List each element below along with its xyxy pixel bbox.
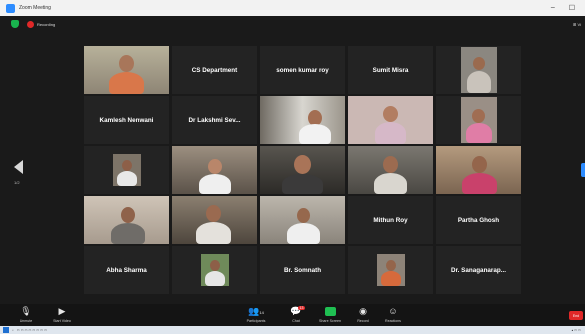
participant-video bbox=[348, 96, 433, 144]
taskbar-search-icon[interactable]: ⌕ bbox=[12, 328, 14, 332]
os-taskbar: ⌕ ▭ ▭ ▭ ▭ ▭ ▭ ▭ ▭ ▴ ▭ ▭ bbox=[0, 326, 585, 334]
participant-tile[interactable] bbox=[260, 96, 345, 144]
shield-icon[interactable] bbox=[11, 20, 19, 28]
participant-tile[interactable] bbox=[436, 96, 521, 144]
participant-video bbox=[348, 146, 433, 194]
next-page-arrow-icon[interactable] bbox=[581, 163, 585, 177]
participant-video bbox=[436, 146, 521, 194]
participant-name: Dr. Sanaganarap... bbox=[451, 266, 506, 274]
chat-label: Chat bbox=[292, 319, 300, 323]
microphone-icon: 🎙 bbox=[20, 306, 32, 316]
previous-page-arrow-icon[interactable] bbox=[14, 160, 23, 174]
participant-tile[interactable]: Dr. Sanaganarap... bbox=[436, 246, 521, 294]
chat-unread-badge: 13 bbox=[298, 306, 305, 310]
participant-tile[interactable]: Dr Lakshmi Sev... bbox=[172, 96, 257, 144]
participants-icon: 👥14 bbox=[248, 306, 264, 316]
window-controls: – ☐ bbox=[551, 4, 585, 12]
title-bar: Zoom Meeting – ☐ bbox=[0, 0, 585, 16]
participant-video bbox=[200, 254, 229, 286]
participant-name: Kamlesh Nenwani bbox=[99, 116, 154, 124]
participant-name: Dr Lakshmi Sev... bbox=[188, 116, 241, 124]
window-title: Zoom Meeting bbox=[19, 5, 51, 11]
participants-button[interactable]: 👥14 Participants bbox=[236, 306, 276, 323]
zoom-meeting-window: Zoom Meeting – ☐ Recording ⊞ Vi 1/2 CS D… bbox=[0, 0, 585, 334]
participant-name: Br. Somnath bbox=[283, 266, 322, 274]
zoom-app-icon bbox=[6, 3, 15, 13]
taskbar-apps-icon[interactable]: ▭ ▭ ▭ ▭ ▭ ▭ ▭ ▭ bbox=[17, 328, 47, 332]
participant-video bbox=[260, 96, 345, 144]
video-camera-icon: ▶ bbox=[58, 306, 66, 316]
recording-dot-icon bbox=[27, 20, 34, 28]
participant-tile[interactable]: Partha Ghosh bbox=[436, 196, 521, 244]
participant-tile[interactable] bbox=[84, 196, 169, 244]
minimize-button[interactable]: – bbox=[551, 4, 555, 12]
gallery-grid: CS Department somen kumar roy Sumit Misr… bbox=[84, 46, 521, 294]
participant-tile[interactable] bbox=[348, 246, 433, 294]
participant-video bbox=[84, 46, 169, 94]
participant-video bbox=[260, 146, 345, 194]
participant-tile[interactable]: Mithun Roy bbox=[348, 196, 433, 244]
page-indicator: 1/2 bbox=[14, 180, 20, 185]
participant-tile[interactable] bbox=[260, 196, 345, 244]
record-icon: ◉ bbox=[359, 306, 367, 316]
meeting-info-bar: Recording ⊞ Vi bbox=[0, 16, 585, 32]
participant-name: somen kumar roy bbox=[276, 66, 329, 74]
participant-video bbox=[172, 146, 257, 194]
system-tray-icon[interactable]: ▴ ▭ ▭ bbox=[572, 328, 581, 332]
share-screen-label: Share Screen bbox=[319, 319, 341, 323]
participant-name: Sumit Misra bbox=[372, 66, 409, 74]
participant-tile[interactable] bbox=[172, 146, 257, 194]
unmute-label: Unmute bbox=[19, 319, 33, 323]
participant-tile[interactable]: Sumit Misra bbox=[348, 46, 433, 94]
participant-tile[interactable] bbox=[436, 146, 521, 194]
participant-name: Abha Sharma bbox=[106, 266, 147, 274]
participant-tile[interactable] bbox=[84, 146, 169, 194]
unmute-button[interactable]: 🎙 Unmute bbox=[6, 306, 46, 323]
end-meeting-button[interactable]: End bbox=[569, 311, 583, 320]
reactions-label: Reactions bbox=[385, 319, 401, 323]
participant-tile[interactable]: Kamlesh Nenwani bbox=[84, 96, 169, 144]
participant-tile[interactable] bbox=[84, 46, 169, 94]
participant-video bbox=[260, 196, 345, 244]
participant-video bbox=[112, 154, 141, 186]
participant-video bbox=[172, 196, 257, 244]
recording-label: Recording bbox=[37, 21, 56, 27]
participant-name: Partha Ghosh bbox=[457, 216, 500, 224]
participant-name: Mithun Roy bbox=[373, 216, 408, 224]
reactions-icon: ☺ bbox=[388, 306, 398, 316]
participant-video bbox=[84, 196, 169, 244]
participant-tile[interactable] bbox=[260, 146, 345, 194]
maximize-button[interactable]: ☐ bbox=[569, 4, 575, 12]
participant-tile[interactable] bbox=[348, 96, 433, 144]
participant-tile[interactable]: somen kumar roy bbox=[260, 46, 345, 94]
participant-video bbox=[460, 97, 497, 143]
view-button[interactable]: ⊞ Vi bbox=[573, 22, 581, 27]
reactions-button[interactable]: ☺ Reactions bbox=[373, 306, 413, 323]
record-label: Record bbox=[357, 319, 369, 323]
windows-start-icon[interactable] bbox=[3, 327, 9, 333]
participant-tile[interactable] bbox=[172, 196, 257, 244]
start-video-button[interactable]: ▶ Start Video bbox=[42, 306, 82, 323]
participant-tile[interactable]: Br. Somnath bbox=[260, 246, 345, 294]
participants-count: 14 bbox=[259, 310, 264, 315]
participant-video bbox=[460, 47, 497, 93]
meeting-toolbar: 🎙 Unmute ▶ Start Video 👥14 Participants … bbox=[0, 304, 585, 326]
participant-tile[interactable]: CS Department bbox=[172, 46, 257, 94]
participant-video bbox=[376, 254, 405, 286]
participants-label: Participants bbox=[246, 319, 266, 323]
participant-tile[interactable] bbox=[348, 146, 433, 194]
share-screen-icon bbox=[324, 307, 336, 316]
participant-name: CS Department bbox=[191, 66, 238, 74]
start-video-label: Start Video bbox=[53, 319, 71, 323]
participant-tile[interactable] bbox=[172, 246, 257, 294]
participant-tile[interactable]: Abha Sharma bbox=[84, 246, 169, 294]
participant-tile[interactable] bbox=[436, 46, 521, 94]
